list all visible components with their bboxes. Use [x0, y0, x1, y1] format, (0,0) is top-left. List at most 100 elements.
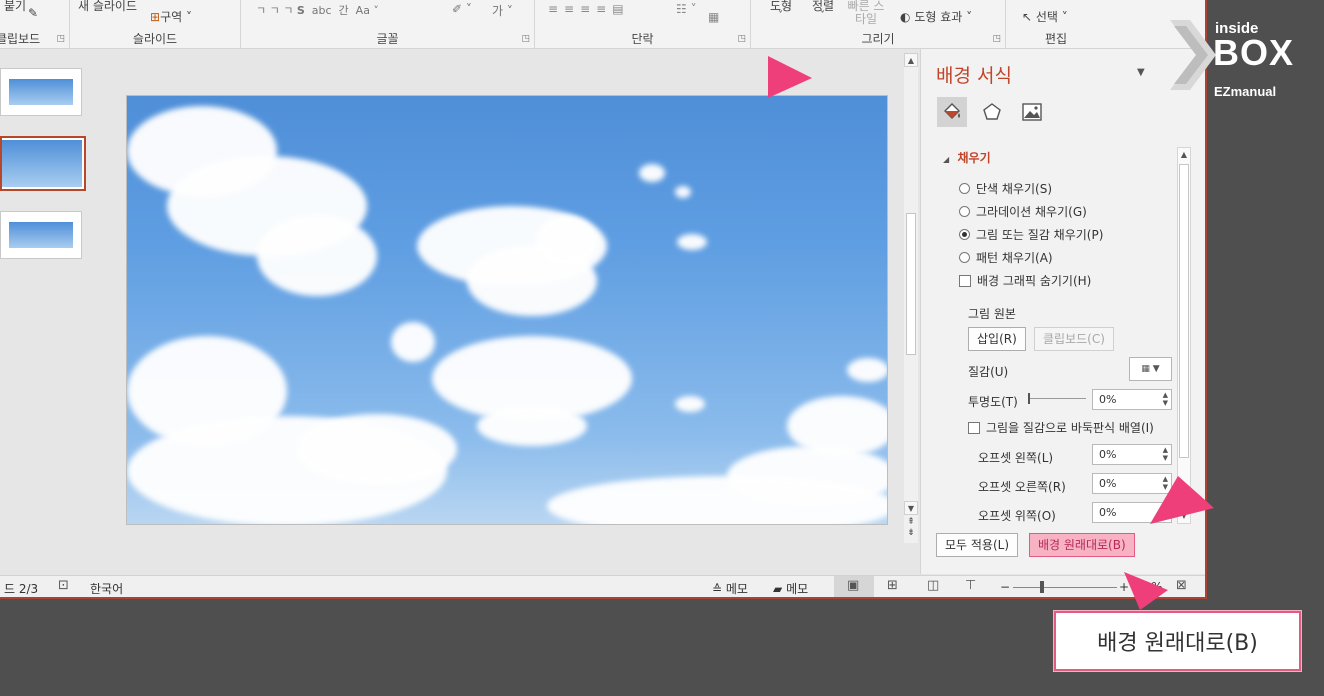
- thumbnail-image: [9, 222, 73, 248]
- insidebox-logo: inside BOX EZmanual: [1170, 20, 1305, 102]
- zoom-in-icon[interactable]: +: [1119, 580, 1129, 594]
- comments-button[interactable]: ▰ 메모: [773, 580, 808, 597]
- checkbox[interactable]: [959, 274, 971, 287]
- logo-box-text: BOX: [1213, 32, 1295, 73]
- notes-button[interactable]: ≙ 메모: [712, 580, 748, 597]
- texture-dropdown[interactable]: ▦ ▼: [1129, 357, 1172, 381]
- pane-title: 배경 서식: [936, 65, 1012, 87]
- slide-sorter-icon[interactable]: ⊞: [887, 578, 898, 593]
- transparency-input[interactable]: 0% ▲ ▼: [1092, 389, 1172, 410]
- next-slide-icon[interactable]: ⇟: [904, 528, 918, 539]
- option-label: 그림을 질감으로 바둑판식 배열(I): [986, 421, 1154, 435]
- fill-tab[interactable]: [937, 97, 967, 127]
- radio-button[interactable]: [959, 183, 970, 194]
- pane-options-chevron-icon[interactable]: ▼: [1137, 67, 1145, 78]
- offset-right-input[interactable]: 0% ▲ ▼: [1092, 473, 1172, 494]
- pane-scroll-thumb[interactable]: [1179, 164, 1189, 458]
- picture-source-label: 그림 원본: [968, 307, 1016, 321]
- pattern-fill-option[interactable]: 패턴 채우기(A): [959, 249, 1053, 266]
- group-editing: 편집: [1006, 0, 1106, 49]
- radio-button[interactable]: [959, 252, 970, 263]
- offset-left-input[interactable]: 0% ▲ ▼: [1092, 444, 1172, 465]
- group-clipboard: 클립보드 ◳: [0, 0, 70, 49]
- slide-thumbnail-2[interactable]: [0, 136, 86, 191]
- checkbox[interactable]: [968, 421, 980, 434]
- spinner-arrows-icon[interactable]: ▲ ▼: [1163, 391, 1168, 407]
- scroll-thumb[interactable]: [906, 213, 916, 355]
- reading-view-icon[interactable]: ◫: [927, 578, 939, 593]
- normal-view-icon[interactable]: ▣: [847, 578, 859, 593]
- option-label: 패턴 채우기(A): [976, 251, 1053, 265]
- radio-button[interactable]: [959, 206, 970, 217]
- zoom-level[interactable]: 60%: [1136, 580, 1163, 594]
- paint-bucket-icon: [944, 103, 960, 119]
- zoom-slider[interactable]: [1013, 587, 1117, 588]
- cloud-shape: [547, 476, 887, 524]
- cloud-shape: [537, 216, 597, 266]
- dialog-launcher-icon[interactable]: ◳: [521, 34, 530, 44]
- picture-texture-fill-option[interactable]: 그림 또는 질감 채우기(P): [959, 226, 1103, 243]
- language-indicator[interactable]: 한국어: [90, 580, 123, 597]
- prev-next-slide-buttons[interactable]: ⇞ ⇟: [904, 517, 918, 539]
- editor-vertical-scrollbar[interactable]: ▲ ▼: [904, 53, 918, 543]
- radio-button-selected[interactable]: [959, 229, 970, 240]
- zoom-out-icon[interactable]: −: [1000, 580, 1010, 594]
- transparency-slider[interactable]: [1028, 393, 1086, 404]
- gradient-fill-option[interactable]: 그라데이션 채우기(G): [959, 203, 1087, 220]
- picture-tab[interactable]: [1017, 97, 1047, 127]
- logo-arrow-icon: [1170, 20, 1216, 90]
- zoom-slider-knob[interactable]: [1040, 581, 1044, 593]
- dialog-launcher-icon[interactable]: ◳: [737, 34, 746, 44]
- cloud-shape: [477, 406, 587, 446]
- group-caption-drawing: 그리기: [861, 32, 895, 46]
- effects-tab[interactable]: [977, 97, 1007, 127]
- option-label: 단색 채우기(S): [976, 182, 1052, 196]
- group-caption-editing: 편집: [1044, 32, 1068, 46]
- slideshow-icon[interactable]: ⊤: [965, 578, 976, 593]
- scroll-down-icon[interactable]: ▼: [904, 501, 918, 515]
- pane-scrollbar[interactable]: ▲ ▼: [1177, 147, 1191, 524]
- spinner-arrows-icon[interactable]: ▲ ▼: [1163, 475, 1168, 491]
- dialog-launcher-icon[interactable]: ◳: [56, 34, 65, 44]
- slide-indicator: 드 2/3: [4, 582, 39, 596]
- offset-top-input[interactable]: 0% ▲ ▼: [1092, 502, 1172, 523]
- format-background-pane: 배경 서식 ▼ ▲ ▼ ◢ 채우기 단색 채우기(S) 그라데이션 채우기(G)…: [920, 49, 1205, 574]
- texture-label: 질감(U): [968, 365, 1009, 379]
- hide-background-graphics-option[interactable]: 배경 그래픽 숨기기(H): [959, 272, 1091, 289]
- texture-icon: ▦: [1141, 364, 1150, 374]
- powerpoint-window: 붙기 ✎ 새 슬라이드 ⊞구역 ˅ ㄱ ㄱ ㄱ S abc 간 Aa ˅ ✐ ˅…: [0, 0, 1207, 599]
- clipboard-button[interactable]: 클립보드(C): [1034, 327, 1114, 351]
- transparency-value: 0%: [1099, 393, 1117, 406]
- slide-thumbnail-3[interactable]: [0, 211, 82, 259]
- group-slides: 슬라이드: [70, 0, 241, 49]
- spell-check-icon[interactable]: ⊡: [58, 578, 69, 593]
- transparency-label: 투명도(T): [968, 395, 1018, 409]
- spinner-arrows-icon[interactable]: ▲ ▼: [1163, 504, 1168, 520]
- offset-left-label: 오프셋 왼쪽(L): [978, 451, 1054, 465]
- pane-scroll-down-icon[interactable]: ▼: [1178, 509, 1190, 523]
- solid-fill-option[interactable]: 단색 채우기(S): [959, 180, 1052, 197]
- sky-background-image: [127, 96, 887, 524]
- current-slide[interactable]: [126, 95, 888, 525]
- spinner-arrows-icon[interactable]: ▲ ▼: [1163, 446, 1168, 462]
- offset-top-label: 오프셋 위쪽(O): [978, 509, 1056, 523]
- tile-picture-option[interactable]: 그림을 질감으로 바둑판식 배열(I): [968, 419, 1154, 436]
- slide-thumbnails-pane: [0, 49, 94, 574]
- fit-to-window-icon[interactable]: ⊠: [1176, 578, 1187, 593]
- pane-scroll-up-icon[interactable]: ▲: [1178, 148, 1190, 162]
- zoomed-callout-reset-background: 배경 원래대로(B): [1054, 611, 1301, 671]
- scroll-up-icon[interactable]: ▲: [904, 53, 918, 67]
- group-drawing: 그리기 ◳: [751, 0, 1006, 49]
- group-caption-paragraph: 단락: [631, 32, 654, 46]
- insert-button[interactable]: 삽입(R): [968, 327, 1026, 351]
- cloud-shape: [847, 358, 887, 382]
- reset-background-button[interactable]: 배경 원래대로(B): [1029, 533, 1135, 557]
- previous-slide-icon[interactable]: ⇞: [904, 517, 918, 528]
- cloud-shape: [675, 396, 705, 412]
- apply-to-all-button[interactable]: 모두 적용(L): [936, 533, 1019, 557]
- slide-thumbnail-1[interactable]: [0, 68, 82, 116]
- group-paragraph: 단락 ◳: [535, 0, 751, 49]
- fill-section-header[interactable]: ◢ 채우기: [943, 149, 991, 166]
- dialog-launcher-icon[interactable]: ◳: [992, 34, 1001, 44]
- slide-editor: ▲ ▼ ⇞ ⇟: [94, 49, 920, 574]
